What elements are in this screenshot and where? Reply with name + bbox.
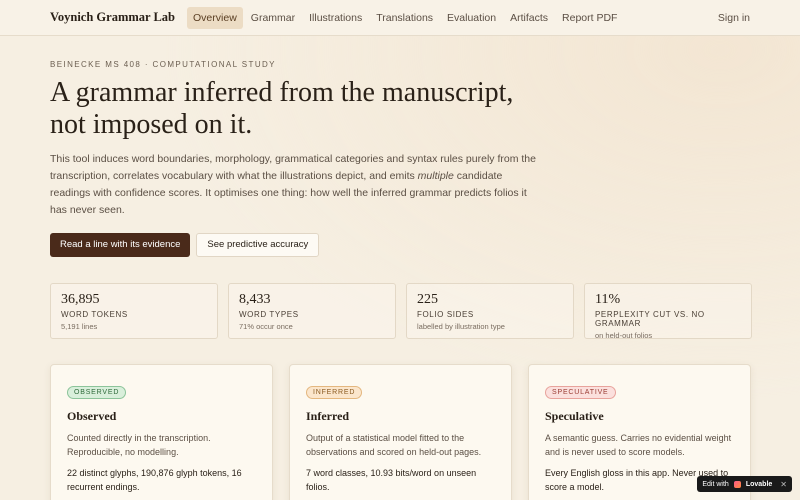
stat-sublabel: 71% occur once	[239, 322, 293, 331]
lovable-heart-icon	[733, 480, 741, 488]
stat-card-perplexity: 11% PERPLEXITY CUT VS. NO GRAMMAR on hel…	[584, 283, 752, 340]
nav-link-evaluation[interactable]: Evaluation	[441, 7, 502, 29]
card-description: Output of a statistical model fitted to …	[306, 433, 482, 457]
title-line-2: not imposed on it.	[50, 109, 253, 140]
stat-label: FOLIO SIDES	[417, 310, 474, 319]
nav-link-report-pdf[interactable]: Report PDF	[556, 7, 623, 29]
nav-links: Overview Grammar Illustrations Translati…	[187, 6, 625, 29]
stat-value: 11%	[595, 292, 621, 307]
card-observed: OBSERVED Observed Counted directly in th…	[50, 364, 273, 500]
status-badge: INFERRED	[306, 386, 363, 399]
card-title: Inferred	[306, 409, 350, 423]
stat-value: 225	[417, 292, 438, 307]
stat-sublabel: on held-out folios	[595, 331, 653, 340]
title-line-1: A grammar inferred from the manuscript,	[50, 77, 514, 108]
lovable-prefix: Edit with	[702, 480, 729, 488]
lovable-name: Lovable	[745, 480, 773, 488]
nav-link-grammar[interactable]: Grammar	[245, 7, 301, 29]
card-description: Counted directly in the transcription. R…	[67, 433, 211, 457]
status-badge: SPECULATIVE	[545, 386, 616, 399]
stat-card-folio-sides: 225 FOLIO SIDES labelled by illustration…	[406, 283, 574, 339]
hero-description: This tool induces word boundaries, morph…	[50, 151, 540, 219]
stat-card-word-tokens: 36,895 WORD TOKENS 5,191 lines	[50, 283, 218, 339]
brand-logo[interactable]: Voynich Grammar Lab	[50, 10, 175, 25]
nav-link-illustrations[interactable]: Illustrations	[303, 7, 368, 29]
card-fact: 22 distinct glyphs, 190,876 glyph tokens…	[67, 468, 242, 492]
evidence-cards: OBSERVED Observed Counted directly in th…	[50, 364, 751, 500]
card-description: A semantic guess. Carries no evidential …	[545, 433, 732, 457]
nav-link-artifacts[interactable]: Artifacts	[504, 7, 554, 29]
eyebrow-label: BEINECKE MS 408 · COMPUTATIONAL STUDY	[50, 60, 276, 69]
nav-link-overview[interactable]: Overview	[187, 6, 243, 29]
stat-label: PERPLEXITY CUT VS. NO GRAMMAR	[595, 310, 705, 328]
stat-label: WORD TOKENS	[61, 310, 128, 319]
lede-emphasis: multiple	[417, 170, 454, 182]
stat-card-word-types: 8,433 WORD TYPES 71% occur once	[228, 283, 396, 339]
stat-value: 8,433	[239, 292, 271, 307]
predictive-accuracy-button[interactable]: See predictive accuracy	[196, 233, 320, 257]
hero-section: BEINECKE MS 408 · COMPUTATIONAL STUDY A …	[0, 36, 800, 257]
edit-with-lovable-badge[interactable]: Edit with Lovable ✕	[697, 476, 792, 492]
status-badge: OBSERVED	[67, 386, 127, 399]
stat-label: WORD TYPES	[239, 310, 299, 319]
card-title: Speculative	[545, 409, 604, 423]
top-nav: Voynich Grammar Lab Overview Grammar Ill…	[0, 0, 800, 36]
card-inferred: INFERRED Inferred Output of a statistica…	[289, 364, 512, 500]
card-title: Observed	[67, 409, 117, 423]
page-title: A grammar inferred from the manuscript, …	[50, 77, 570, 141]
stats-row: 36,895 WORD TOKENS 5,191 lines 8,433 WOR…	[50, 283, 752, 340]
card-fact: 7 word classes, 10.93 bits/word on unsee…	[306, 468, 477, 492]
hero-actions: Read a line with its evidence See predic…	[50, 233, 750, 257]
close-icon[interactable]: ✕	[780, 480, 787, 489]
stat-sublabel: labelled by illustration type	[417, 322, 505, 331]
stat-sublabel: 5,191 lines	[61, 322, 98, 331]
stat-value: 36,895	[61, 292, 100, 307]
nav-link-translations[interactable]: Translations	[370, 7, 439, 29]
read-line-button[interactable]: Read a line with its evidence	[50, 233, 191, 257]
sign-in-link[interactable]: Sign in	[718, 12, 750, 24]
